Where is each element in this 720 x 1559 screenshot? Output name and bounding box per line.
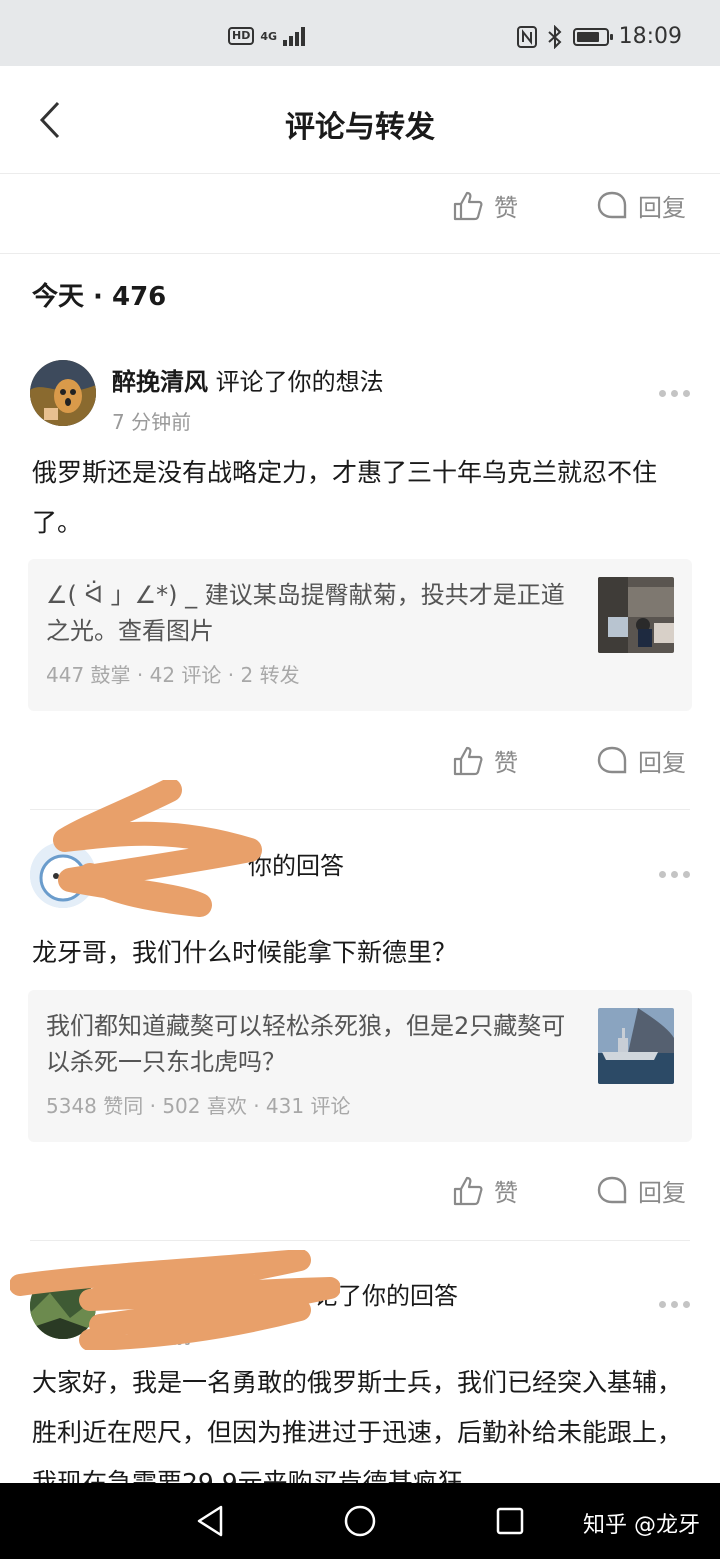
signal-icon [283, 27, 306, 46]
like-button[interactable]: 赞 [452, 188, 518, 223]
comment-action: 评论了你的想法 [208, 368, 384, 396]
bluetooth-icon [547, 24, 562, 49]
quote-meta: 5348 赞同 · 502 喜欢 · 431 评论 [46, 1094, 351, 1118]
more-options-button[interactable] [659, 871, 690, 878]
like-button[interactable]: 赞 [452, 1173, 518, 1208]
system-nav-bar: 知乎 @龙牙 [0, 1483, 720, 1559]
comment-icon [597, 191, 627, 218]
hd-badge: HD [228, 27, 255, 45]
avatar[interactable] [30, 360, 96, 426]
quote-thumbnail [598, 577, 674, 653]
like-label: 赞 [494, 749, 518, 777]
reply-button[interactable]: 回复 [596, 743, 686, 778]
nav-bar: 评论与转发 [0, 66, 720, 174]
comment-title: 论了你的回答 [314, 1282, 458, 1310]
thumbs-up-icon [453, 746, 483, 775]
quote-text: ∠( ᐛ 」∠*) _ 建议某岛提臀献菊，投共才是正道之光。查看图片 [46, 581, 565, 645]
avatar-image [30, 360, 96, 426]
action-row: 赞 回复 [0, 176, 720, 236]
battery-level [576, 31, 599, 42]
quote-thumbnail [598, 1008, 674, 1084]
comment-icon [597, 746, 627, 773]
action-row: 赞 回复 [0, 1161, 720, 1221]
nfc-icon [516, 25, 537, 48]
triangle-back-icon [197, 1505, 223, 1537]
username[interactable]: 醉挽清风 [112, 368, 208, 396]
reply-button[interactable]: 回复 [596, 188, 686, 223]
like-label: 赞 [494, 1179, 518, 1207]
reply-label: 回复 [638, 1179, 686, 1207]
quoted-post[interactable]: 我们都知道藏獒可以轻松杀死狼，但是2只藏獒可以杀死一只东北虎吗？ 5348 赞同… [28, 990, 692, 1142]
divider [30, 809, 690, 810]
action-row: 赞 回复 [0, 731, 720, 791]
comment-body: 大家好，我是一名勇敢的俄罗斯士兵，我们已经突入基辅，胜利近在咫尺，但因为推进过于… [32, 1368, 683, 1483]
thumbs-up-icon [453, 191, 483, 220]
comment-body: 龙牙哥，我们什么时候能拿下新德里？ [32, 938, 458, 967]
watermark: 知乎 @龙牙 [583, 1513, 700, 1538]
quote-text: 我们都知道藏獒可以轻松杀死狼，但是2只藏獒可以杀死一只东北虎吗？ [46, 1012, 566, 1076]
quote-meta: 447 鼓掌 · 42 评论 · 2 转发 [46, 663, 300, 687]
recents-nav-button[interactable] [490, 1501, 530, 1541]
avatar-image [30, 842, 96, 908]
circle-home-icon [344, 1505, 376, 1537]
comment-body: 俄罗斯还是没有战略定力，才惠了三十年乌克兰就忍不住了。 [32, 458, 658, 537]
quoted-post[interactable]: ∠( ᐛ 」∠*) _ 建议某岛提臀献菊，投共才是正道之光。查看图片 447 鼓… [28, 559, 692, 711]
battery-icon [572, 27, 613, 46]
thumbs-up-icon [453, 1176, 483, 1205]
more-options-button[interactable] [659, 390, 690, 397]
status-bar: HD 4G 18:09 [0, 0, 720, 66]
comment-title: 醉挽清风 评论了你的想法 [112, 362, 384, 397]
home-nav-button[interactable] [340, 1501, 380, 1541]
comment-title: 你的回答 [248, 852, 344, 880]
like-label: 赞 [494, 194, 518, 222]
section-header: 今天 · 476 [32, 282, 167, 312]
divider [0, 253, 720, 254]
comment-time: 7 分钟前 [112, 410, 192, 434]
reply-label: 回复 [638, 194, 686, 222]
avatar[interactable] [30, 842, 96, 908]
page-title: 评论与转发 [285, 110, 435, 145]
reply-button[interactable]: 回复 [596, 1173, 686, 1208]
avatar-image [30, 1273, 96, 1339]
reply-label: 回复 [638, 749, 686, 777]
like-button[interactable]: 赞 [452, 743, 518, 778]
network-label: 4G [260, 29, 278, 43]
comment-time: 钟前 [152, 1324, 192, 1348]
network-status: HD 4G [228, 26, 309, 46]
divider [30, 1240, 690, 1241]
more-options-button[interactable] [659, 1301, 690, 1308]
back-nav-button[interactable] [190, 1501, 230, 1541]
clock: 18:09 [618, 24, 682, 49]
square-recents-icon [496, 1507, 524, 1535]
comment-icon [597, 1176, 627, 1203]
status-right: 18:09 [516, 24, 682, 49]
avatar[interactable] [30, 1273, 96, 1339]
